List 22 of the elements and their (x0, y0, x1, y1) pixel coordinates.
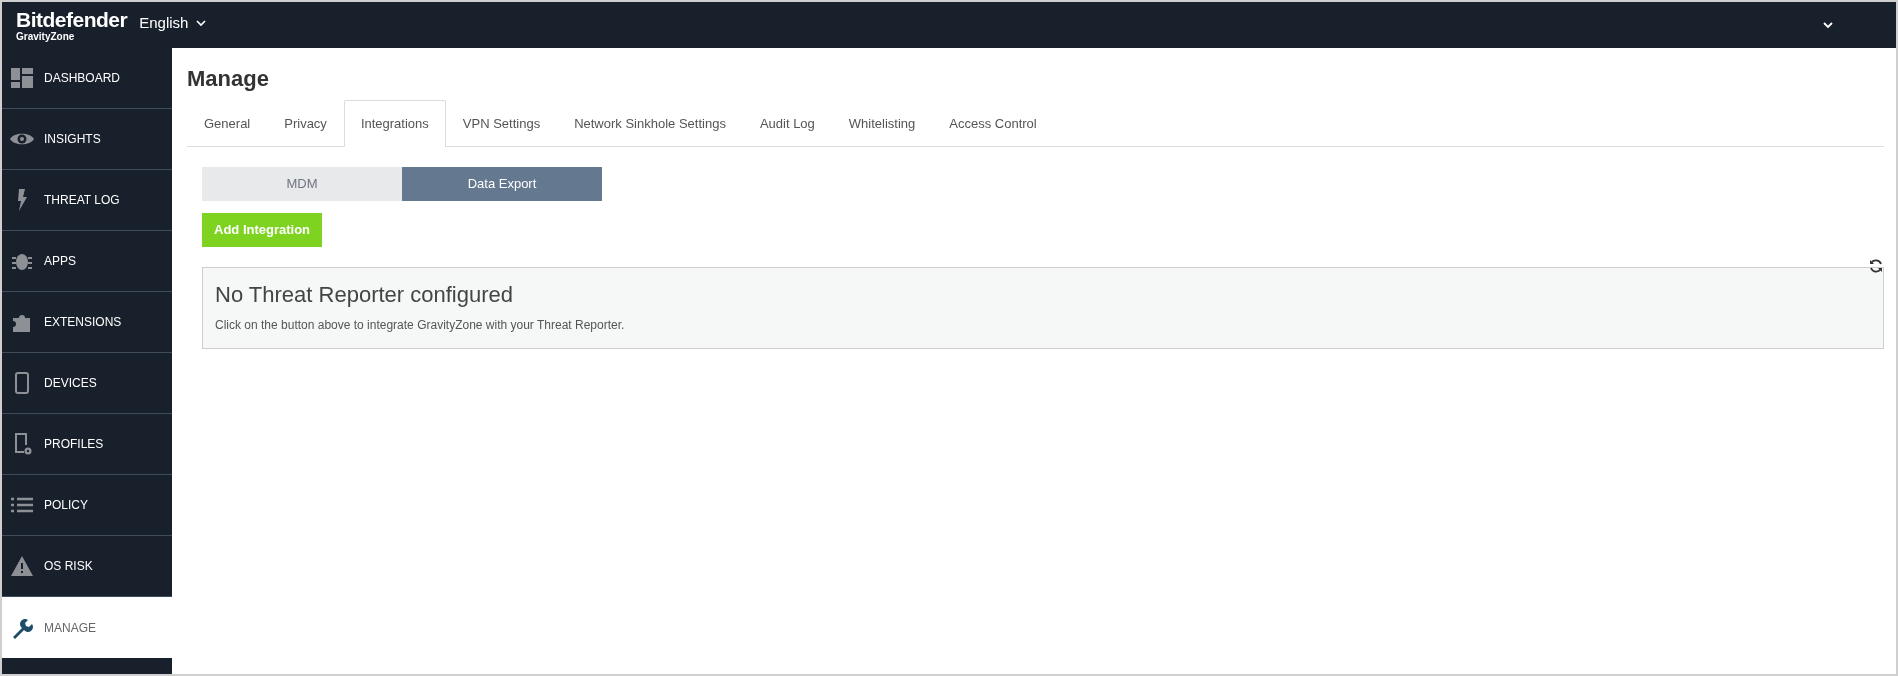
tab[interactable]: VPN Settings (445, 100, 558, 147)
language-selector[interactable]: English (139, 11, 207, 35)
warning-icon (10, 554, 34, 578)
tab[interactable]: Audit Log (742, 100, 832, 147)
chevron-down-icon (196, 19, 207, 27)
tab[interactable]: Access Control (932, 100, 1054, 147)
tab[interactable]: Integrations (343, 100, 446, 147)
brand-logo: Bitdefender (16, 8, 128, 30)
page-title: Manage (187, 66, 270, 93)
segment-button[interactable]: MDM (202, 166, 402, 201)
segment-button[interactable]: Data Export (402, 166, 602, 201)
tab[interactable]: Whitelisting (831, 100, 933, 147)
product-name: GravityZone (16, 31, 76, 42)
empty-state-title: No Threat Reporter configured (215, 281, 514, 309)
sidebar-item[interactable]: MANAGE (2, 597, 172, 658)
refresh-icon[interactable] (1868, 258, 1884, 274)
dashboard-icon (10, 66, 34, 90)
tab[interactable]: General (187, 100, 268, 147)
chevron-down-icon[interactable] (1822, 21, 1834, 29)
empty-state-message: Click on the button above to integrate GravityZone with your Threat Reporter. (215, 317, 626, 335)
tab[interactable]: Network Sinkhole Settings (557, 100, 743, 147)
tab[interactable]: Privacy (267, 100, 344, 147)
